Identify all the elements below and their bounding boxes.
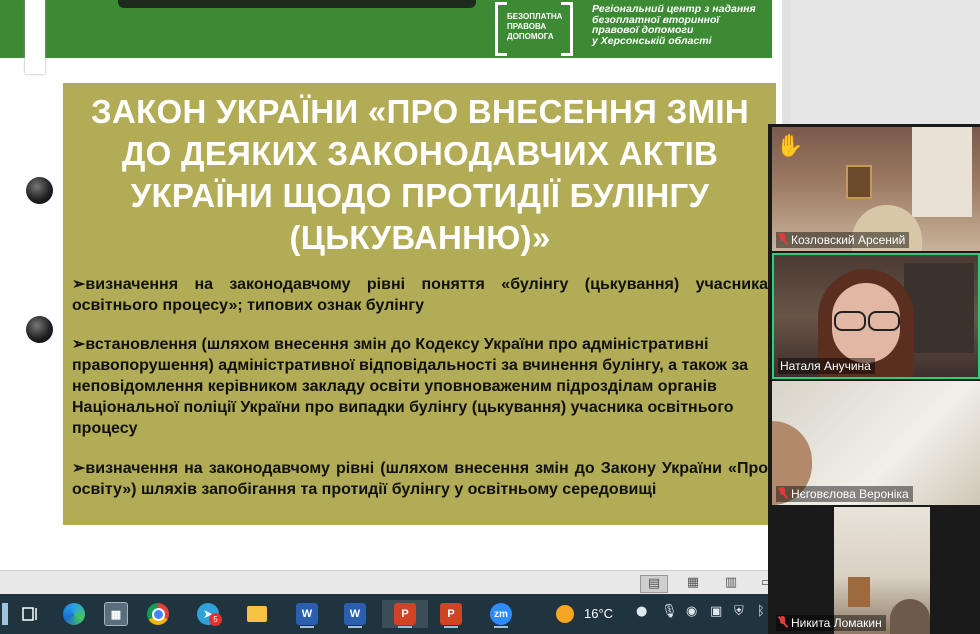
running-indicator — [300, 626, 314, 628]
calculator-icon[interactable]: ▦ — [101, 600, 131, 628]
mic-muted-icon — [777, 486, 789, 500]
chrome-browser-icon[interactable] — [143, 600, 173, 628]
glasses-left — [834, 311, 866, 331]
slide-canvas: БЕЗОПЛАТНА ПРАВОВА ДОПОМОГА Регіональний… — [0, 0, 782, 570]
binder-hole — [26, 316, 53, 343]
telegram-badge: 5 — [209, 613, 222, 626]
logo-line: ДОПОМОГА — [507, 32, 554, 41]
brand-logo: БЕЗОПЛАТНА ПРАВОВА ДОПОМОГА — [495, 2, 573, 56]
logo-text: БЕЗОПЛАТНА ПРАВОВА ДОПОМОГА — [507, 12, 563, 42]
organization-name: Регіональний центр з надання безоплатної… — [592, 4, 772, 46]
powerpoint-icon-active[interactable]: P — [382, 600, 428, 628]
word-icon-2[interactable]: W — [340, 600, 370, 628]
raised-hand-icon: ✋ — [776, 133, 804, 158]
org-line: правової допомоги — [592, 24, 694, 36]
bluetooth-icon[interactable]: ᛒ — [757, 604, 765, 619]
glasses-right — [868, 311, 900, 331]
logo-line: ПРАВОВА — [507, 22, 547, 31]
edge-browser-icon[interactable] — [59, 600, 89, 628]
bullet-item: ➢визначення на законодавчому рівні понят… — [72, 276, 768, 314]
running-indicator — [398, 626, 412, 628]
icon-frame-decor — [846, 165, 872, 199]
shield-icon[interactable]: ⛨ — [734, 604, 744, 619]
reading-view-icon[interactable]: ▥ — [718, 575, 744, 591]
normal-view-icon[interactable]: ▤ — [640, 575, 668, 593]
participant-tile-active-speaker[interactable]: Наталя Анучина — [772, 253, 980, 379]
window-light — [912, 127, 972, 217]
participant-tile[interactable]: Нєговєлова Вероніка — [772, 381, 980, 505]
participant-tile[interactable]: ✋ Козловский Арсений — [772, 127, 980, 251]
powerpoint-icon-2[interactable]: P — [436, 600, 466, 628]
word-icon[interactable]: W — [292, 600, 322, 628]
weather-sun-icon[interactable] — [550, 600, 580, 628]
binder-hole — [26, 177, 53, 204]
participant-name-label: Нєговєлова Вероніка — [776, 486, 913, 502]
header-dark-strip — [118, 0, 476, 8]
mic-muted-icon — [777, 232, 789, 246]
slide-sorter-icon[interactable]: ▦ — [680, 575, 706, 591]
participant-tile[interactable]: Никита Ломакин — [772, 507, 980, 634]
running-indicator — [494, 626, 508, 628]
mic-muted-icon — [777, 615, 789, 629]
task-view-icon[interactable] — [16, 600, 46, 628]
running-indicator — [348, 626, 362, 628]
bullet-item: ➢визначення на законодавчому рівні (шлях… — [72, 460, 768, 498]
participant-name-label: Козловский Арсений — [776, 232, 910, 248]
slide-header-band: БЕЗОПЛАТНА ПРАВОВА ДОПОМОГА Регіональний… — [0, 0, 772, 58]
bullet-item: ➢встановлення (шляхом внесення змін до К… — [72, 336, 748, 437]
logo-line: БЕЗОПЛАТНА — [507, 12, 563, 21]
participant-name-label: Никита Ломакин — [776, 615, 886, 631]
file-explorer-icon[interactable] — [242, 600, 272, 628]
org-line: Регіональний центр з надання — [592, 3, 756, 15]
zoom-icon[interactable]: zm — [486, 600, 516, 628]
slide-title: ЗАКОН УКРАЇНИ «ПРО ВНЕСЕННЯ ЗМІН ДО ДЕЯК… — [90, 93, 750, 256]
telegram-tray-icon[interactable]: ● — [636, 604, 647, 619]
notebook-tab — [25, 0, 45, 74]
org-line: у Херсонській області — [592, 34, 712, 47]
running-indicator — [444, 626, 458, 628]
network-app-icon[interactable]: ▣ — [710, 604, 722, 619]
windows-start-icon[interactable] — [0, 600, 10, 628]
logo-bracket-left — [495, 2, 507, 56]
participant-head — [890, 599, 930, 634]
zoom-tray-icon[interactable]: ◉ — [686, 604, 697, 619]
weather-temperature[interactable]: 16°C — [584, 606, 613, 621]
telegram-icon[interactable]: ➤ 5 — [193, 600, 223, 628]
microphone-icon[interactable]: 🎙 — [661, 604, 678, 619]
shelf-object — [848, 577, 870, 607]
participant-name-label: Наталя Анучина — [778, 358, 875, 374]
shelf-background — [904, 263, 974, 353]
